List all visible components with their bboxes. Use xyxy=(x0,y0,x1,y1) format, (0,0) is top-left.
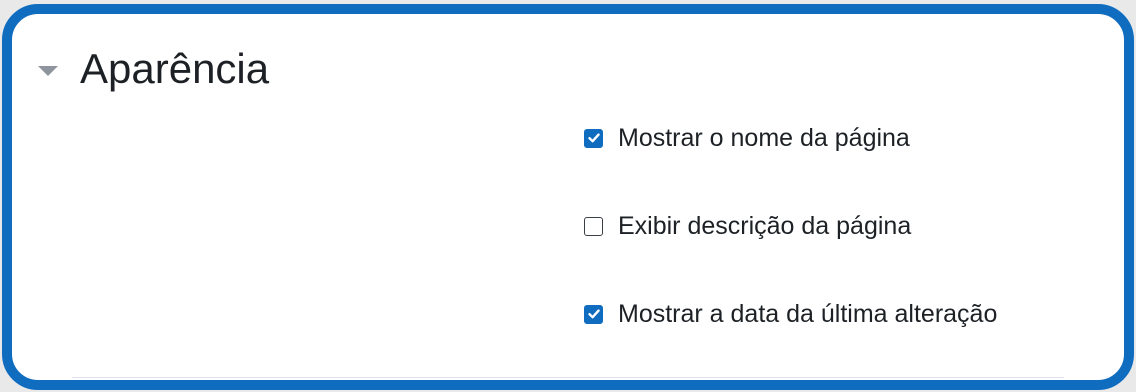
caret-down-icon[interactable] xyxy=(38,66,58,76)
option-label[interactable]: Mostrar o nome da página xyxy=(618,124,910,153)
option-label[interactable]: Exibir descrição da página xyxy=(618,212,911,241)
option-show-last-modified[interactable]: Mostrar a data da última alteração xyxy=(584,290,997,338)
section-collapse-toggle[interactable]: Aparência xyxy=(38,48,269,90)
section-title: Aparência xyxy=(80,45,270,92)
checkmark-icon xyxy=(587,309,600,319)
option-label[interactable]: Mostrar a data da última alteração xyxy=(618,300,997,329)
option-show-page-description[interactable]: Exibir descrição da página xyxy=(584,202,997,250)
show-page-name-checkbox[interactable] xyxy=(584,128,603,148)
show-page-description-checkbox[interactable] xyxy=(584,216,603,236)
option-show-page-name[interactable]: Mostrar o nome da página xyxy=(584,114,997,162)
appearance-section: Aparência Mostrar o nome da página Exibi… xyxy=(2,4,1134,390)
section-divider xyxy=(72,377,1064,378)
checkmark-icon xyxy=(587,133,600,143)
options-list: Mostrar o nome da página Exibir descriçã… xyxy=(584,114,997,338)
show-last-modified-checkbox[interactable] xyxy=(584,304,603,324)
